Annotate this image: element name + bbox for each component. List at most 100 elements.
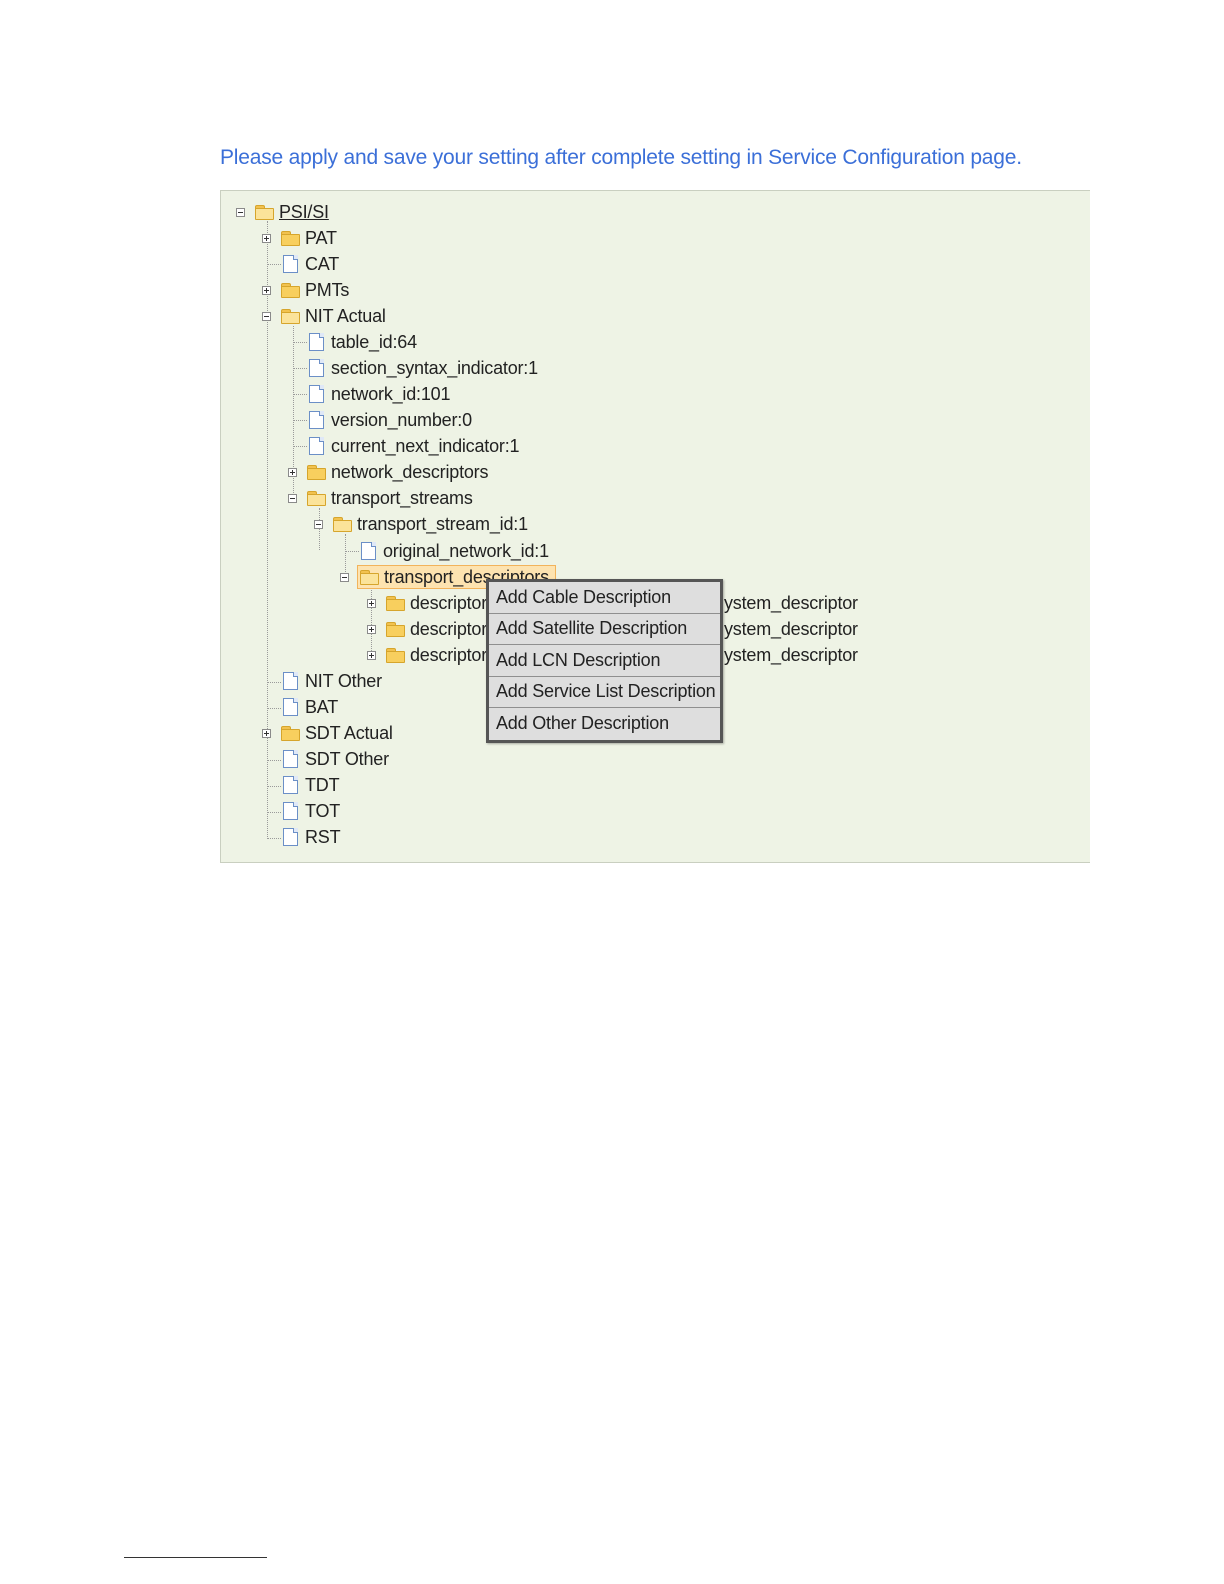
notice-text: Please apply and save your setting after… [220, 146, 1022, 169]
tree-node-descriptor[interactable]: descriptor [386, 643, 487, 667]
file-icon [361, 542, 376, 560]
collapse-toggle-transport-descriptors[interactable] [340, 573, 349, 582]
menu-item-add-service-list-description[interactable]: Add Service List Description [489, 676, 720, 708]
tree-node-label: ystem_descriptor [724, 644, 858, 665]
tree-node-label: descriptor [410, 644, 488, 665]
tree-node-label: CAT [305, 253, 340, 274]
collapse-toggle-nit-actual[interactable] [262, 312, 271, 321]
tree-node-label: TOT [305, 800, 341, 821]
footnote-divider [124, 1557, 267, 1558]
tree-node-descriptor[interactable]: descriptor [386, 591, 487, 615]
tree-node-descriptor-suffix: ystem_descriptor [724, 617, 858, 641]
file-icon [283, 672, 298, 690]
tree-node-label: section_syntax_indicator:1 [331, 357, 538, 378]
tree-node-label: transport_streams [331, 487, 473, 508]
expand-toggle-pat[interactable] [262, 234, 271, 243]
tree-node-pmts[interactable]: PMTs [281, 278, 349, 302]
context-menu: Add Cable Description Add Satellite Desc… [486, 579, 723, 743]
tree-node-label: network_id:101 [331, 383, 451, 404]
tree-node-network-id[interactable]: network_id:101 [307, 382, 450, 406]
file-icon [283, 750, 298, 768]
tree-node-version-number[interactable]: version_number:0 [307, 408, 472, 432]
folder-icon [386, 595, 406, 611]
tree-node-table-id[interactable]: table_id:64 [307, 330, 417, 354]
tree-node-rst[interactable]: RST [281, 825, 341, 849]
collapse-toggle-transport-stream-id[interactable] [314, 520, 323, 529]
menu-item-add-cable-description[interactable]: Add Cable Description [489, 582, 720, 614]
tree-node-label: current_next_indicator:1 [331, 435, 520, 456]
psi-si-tree: PSI/SI PAT CAT PMTs NIT Actual table_id: [221, 191, 1090, 862]
tree-node-original-network-id[interactable]: original_network_id:1 [359, 539, 549, 563]
tree-node-transport-stream-id[interactable]: transport_stream_id:1 [333, 512, 528, 536]
file-icon [283, 698, 298, 716]
expand-toggle-descriptor[interactable] [367, 625, 376, 634]
tree-node-label: transport_stream_id:1 [357, 513, 528, 534]
tree-node-descriptor-suffix: ystem_descriptor [724, 643, 858, 667]
folder-icon [386, 621, 406, 637]
folder-icon [281, 725, 301, 741]
file-icon [309, 359, 324, 377]
tree-node-label: PSI/SI [279, 201, 329, 222]
tree-node-label: PAT [305, 227, 337, 248]
tree-node-label: NIT Other [305, 670, 382, 691]
tree-node-label: PMTs [305, 279, 350, 300]
tree-node-nit-actual[interactable]: NIT Actual [281, 304, 386, 328]
file-icon [283, 776, 298, 794]
file-icon [309, 437, 324, 455]
folder-icon [307, 464, 327, 480]
tree-node-label: SDT Other [305, 748, 389, 769]
collapse-toggle-transport-streams[interactable] [288, 494, 297, 503]
expand-toggle-pmts[interactable] [262, 286, 271, 295]
folder-open-icon [281, 308, 301, 324]
tree-node-tot[interactable]: TOT [281, 799, 340, 823]
file-icon [309, 333, 324, 351]
tree-node-bat[interactable]: BAT [281, 695, 338, 719]
folder-open-icon [360, 569, 380, 585]
folder-icon [386, 647, 406, 663]
tree-node-label: ystem_descriptor [724, 592, 858, 613]
tree-node-label: SDT Actual [305, 722, 393, 743]
menu-item-add-satellite-description[interactable]: Add Satellite Description [489, 613, 720, 645]
expand-toggle-network-descriptors[interactable] [288, 468, 297, 477]
file-icon [283, 802, 298, 820]
tree-node-nit-other[interactable]: NIT Other [281, 669, 382, 693]
tree-node-pat[interactable]: PAT [281, 226, 337, 250]
file-icon [309, 411, 324, 429]
expand-toggle-descriptor[interactable] [367, 651, 376, 660]
expand-toggle-descriptor[interactable] [367, 599, 376, 608]
file-icon [283, 828, 298, 846]
tree-node-sdt-other[interactable]: SDT Other [281, 747, 389, 771]
tree-node-cat[interactable]: CAT [281, 252, 339, 276]
folder-icon [281, 282, 301, 298]
tree-node-label: ystem_descriptor [724, 618, 858, 639]
tree-node-label: original_network_id:1 [383, 540, 549, 561]
menu-item-add-lcn-description[interactable]: Add LCN Description [489, 645, 720, 677]
tree-node-label: descriptor [410, 592, 488, 613]
tree-node-descriptor[interactable]: descriptor [386, 617, 487, 641]
tree-node-label: TDT [305, 774, 340, 795]
folder-open-icon [307, 490, 327, 506]
folder-open-icon [255, 204, 275, 220]
tree-node-descriptor-suffix: ystem_descriptor [724, 591, 858, 615]
tree-node-network-descriptors[interactable]: network_descriptors [307, 460, 488, 484]
tree-node-psi-si[interactable]: PSI/SI [255, 200, 329, 224]
menu-item-add-other-description[interactable]: Add Other Description [489, 708, 720, 740]
tree-node-transport-streams[interactable]: transport_streams [307, 486, 473, 510]
tree-node-label: network_descriptors [331, 461, 489, 482]
collapse-toggle-psi-si[interactable] [236, 208, 245, 217]
tree-node-label: NIT Actual [305, 305, 386, 326]
folder-open-icon [333, 516, 353, 532]
expand-toggle-sdt-actual[interactable] [262, 729, 271, 738]
tree-node-label: version_number:0 [331, 409, 472, 430]
tree-node-tdt[interactable]: TDT [281, 773, 340, 797]
tree-node-section-syntax-indicator[interactable]: section_syntax_indicator:1 [307, 356, 538, 380]
tree-node-label: descriptor [410, 618, 488, 639]
tree-node-label: RST [305, 826, 341, 847]
file-icon [309, 385, 324, 403]
tree-node-current-next-indicator[interactable]: current_next_indicator:1 [307, 434, 520, 458]
file-icon [283, 255, 298, 273]
folder-icon [281, 230, 301, 246]
tree-node-label: table_id:64 [331, 331, 417, 352]
tree-node-sdt-actual[interactable]: SDT Actual [281, 721, 393, 745]
psi-si-tree-panel: PSI/SI PAT CAT PMTs NIT Actual table_id: [220, 190, 1090, 863]
